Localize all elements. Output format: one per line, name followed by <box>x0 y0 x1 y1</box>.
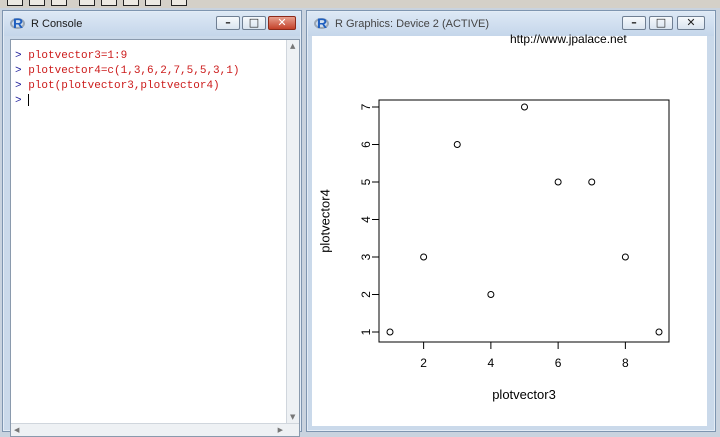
close-icon: ✕ <box>277 16 287 29</box>
x-axis-label: plotvector3 <box>492 387 556 402</box>
data-point <box>655 328 663 336</box>
close-button[interactable]: ✕ <box>677 16 705 30</box>
x-tick-label: 8 <box>622 356 629 370</box>
scroll-down-icon[interactable]: ▼ <box>290 413 295 421</box>
toolbar-button[interactable] <box>51 0 67 6</box>
close-icon: ✕ <box>686 16 696 29</box>
minimize-button[interactable]: – <box>216 16 240 30</box>
data-point <box>487 291 495 298</box>
horizontal-scrollbar[interactable]: ◀ ▶ <box>11 423 299 436</box>
y-tick-label: 5 <box>359 178 373 185</box>
y-tick-label: 7 <box>359 103 373 110</box>
toolbar-button[interactable] <box>145 0 161 6</box>
scroll-up-icon[interactable]: ▲ <box>290 42 295 50</box>
toolbar-button[interactable] <box>123 0 139 6</box>
graphics-title: R Graphics: Device 2 (ACTIVE) <box>335 18 490 30</box>
console-titlebar[interactable]: R R Console – □ ✕ <box>4 12 300 36</box>
data-point <box>554 178 562 186</box>
vertical-scrollbar[interactable]: ▲ ▼ <box>286 40 299 423</box>
close-button[interactable]: ✕ <box>268 16 296 30</box>
data-point <box>386 328 394 336</box>
watermark-url: http://www.jpalace.net <box>510 32 627 46</box>
plot-frame <box>378 99 670 343</box>
toolbar-button[interactable] <box>29 0 45 6</box>
y-tick-label: 2 <box>359 291 373 298</box>
scatter-plot: 2 4 6 8 1 2 3 4 5 6 7 plotvector3 plotvector4 <box>318 99 670 402</box>
toolbar-button[interactable] <box>7 0 23 6</box>
console-input-line[interactable]: > <box>15 94 239 109</box>
toolbar-button[interactable] <box>171 0 187 6</box>
console-title: R Console <box>31 18 83 30</box>
toolbar-button[interactable] <box>79 0 95 6</box>
minimize-icon: – <box>225 16 231 29</box>
y-tick-label: 6 <box>359 141 373 148</box>
maximize-icon: □ <box>655 16 667 29</box>
data-point <box>621 253 629 261</box>
r-logo-icon: R <box>10 15 26 32</box>
data-point <box>420 253 428 261</box>
y-tick-label: 4 <box>359 216 373 223</box>
x-tick-label: 2 <box>420 356 427 370</box>
text-cursor <box>28 94 30 107</box>
scroll-right-icon[interactable]: ▶ <box>278 426 283 434</box>
plot-canvas[interactable]: http://www.jpalace.net 2 4 6 8 1 2 3 4 5 6 7 plotve… <box>312 32 707 426</box>
maximize-icon: □ <box>248 16 260 29</box>
toolbar-button[interactable] <box>101 0 117 6</box>
y-tick-label: 3 <box>359 253 373 260</box>
data-point <box>453 141 461 148</box>
scroll-left-icon[interactable]: ◀ <box>14 426 19 434</box>
minimize-button[interactable]: – <box>622 16 646 30</box>
y-tick-label: 1 <box>359 328 373 335</box>
console-line: > plotvector4=c(1,3,6,2,7,5,5,3,1) <box>15 65 240 77</box>
r-console-window: R R Console – □ ✕ > plotvector3=1:9 > pl… <box>2 10 302 437</box>
r-logo-icon: R <box>314 15 330 32</box>
x-tick-label: 4 <box>488 356 495 370</box>
console-output: > plotvector3=1:9 > plotvector4=c(1,3,6,… <box>15 49 239 109</box>
y-axis-label: plotvector4 <box>318 189 333 253</box>
console-text-area[interactable]: > plotvector3=1:9 > plotvector4=c(1,3,6,… <box>10 39 300 437</box>
console-line: > plotvector3=1:9 <box>15 50 128 62</box>
x-tick-label: 6 <box>555 356 562 370</box>
app-toolbar <box>0 0 720 8</box>
minimize-icon: – <box>631 16 637 29</box>
data-point <box>588 178 596 186</box>
maximize-button[interactable]: □ <box>242 16 266 30</box>
data-point <box>521 103 528 111</box>
maximize-button[interactable]: □ <box>649 16 673 30</box>
console-line: > plot(plotvector3,plotvector4) <box>15 80 220 92</box>
